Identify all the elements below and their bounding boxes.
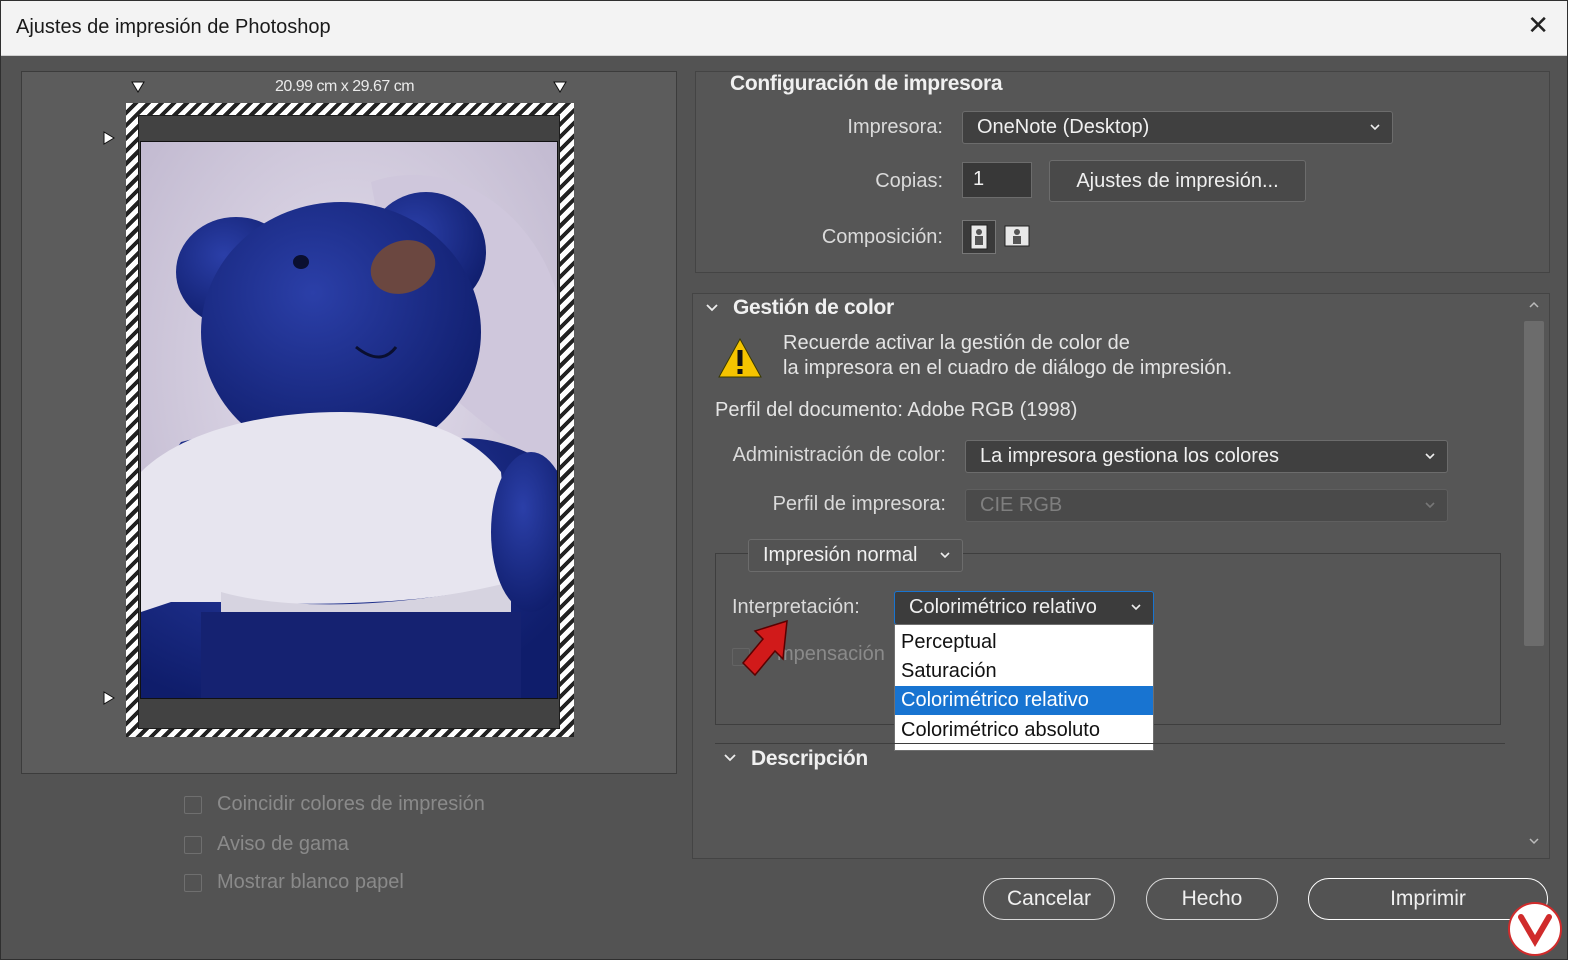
rendering-label: Interpretación: — [732, 596, 860, 618]
printer-label: Impresora: — [847, 116, 943, 138]
done-button[interactable]: Hecho — [1146, 878, 1278, 920]
copies-input[interactable]: 1 — [962, 162, 1032, 198]
left-top-marker-icon[interactable] — [102, 131, 116, 145]
copies-label: Copias: — [875, 170, 943, 192]
color-handling-dropdown[interactable]: La impresora gestiona los colores — [965, 440, 1448, 473]
title-bar: Ajustes de impresión de Photoshop ✕ — [1, 1, 1567, 56]
printer-profile-value: CIE RGB — [980, 494, 1063, 516]
rendering-option-saturation[interactable]: Saturación — [895, 657, 1153, 686]
rendering-dropdown[interactable]: Colorimétrico relativo — [894, 591, 1154, 625]
print-mode-value: Impresión normal — [763, 544, 918, 566]
description-divider — [715, 743, 1505, 744]
document-profile-text: Perfil del documento: Adobe RGB (1998) — [715, 399, 1078, 421]
color-management-heading: Gestión de color — [733, 296, 894, 319]
printer-value: OneNote (Desktop) — [977, 116, 1150, 138]
scroll-thumb[interactable] — [1524, 321, 1544, 646]
color-panel-scrollbar[interactable] — [1521, 293, 1547, 859]
close-icon[interactable]: ✕ — [1527, 13, 1549, 39]
landscape-icon — [1004, 225, 1030, 247]
portrait-icon — [970, 224, 988, 250]
color-handling-value: La impresora gestiona los colores — [980, 445, 1280, 467]
red-arrow-annotation-icon — [741, 619, 788, 677]
top-left-marker-icon[interactable] — [131, 80, 145, 94]
printer-profile-label: Perfil de impresora: — [772, 493, 946, 515]
image-preview[interactable] — [140, 141, 558, 699]
rendering-option-relative-colorimetric[interactable]: Colorimétrico relativo — [895, 686, 1153, 715]
rendering-options-list: Perceptual Saturación Colorimétrico rela… — [894, 624, 1154, 751]
color-handling-label: Administración de color: — [732, 444, 946, 466]
printer-profile-dropdown[interactable]: CIE RGB — [965, 489, 1448, 522]
gamut-warning-checkbox[interactable] — [184, 836, 202, 854]
printer-dropdown[interactable]: OneNote (Desktop) — [962, 111, 1393, 144]
print-settings-dialog: Ajustes de impresión de Photoshop ✕ 20.9… — [0, 0, 1568, 960]
description-heading: Descripción — [751, 747, 868, 770]
chevron-down-icon — [1131, 604, 1141, 611]
collapse-chevron-icon[interactable] — [703, 299, 721, 317]
left-bottom-marker-icon[interactable] — [102, 691, 116, 705]
site-logo-icon — [1508, 902, 1562, 956]
rendering-value: Colorimétrico relativo — [909, 596, 1097, 618]
black-point-compensation-label: mpensación — [777, 643, 885, 665]
scroll-up-icon[interactable] — [1527, 299, 1541, 311]
chevron-down-icon — [1425, 453, 1435, 460]
cancel-button[interactable]: Cancelar — [983, 878, 1115, 920]
match-colors-checkbox[interactable] — [184, 796, 202, 814]
show-paper-white-label: Mostrar blanco papel — [217, 871, 404, 893]
warning-text-line2: la impresora en el cuadro de diálogo de … — [783, 357, 1233, 379]
print-settings-button[interactable]: Ajustes de impresión... — [1049, 160, 1306, 202]
rendering-option-perceptual[interactable]: Perceptual — [895, 628, 1153, 657]
rendering-option-absolute-colorimetric[interactable]: Colorimétrico absoluto — [895, 716, 1153, 745]
scroll-down-icon[interactable] — [1527, 835, 1541, 847]
show-paper-white-checkbox[interactable] — [184, 874, 202, 892]
landscape-layout-button[interactable] — [1001, 220, 1035, 254]
match-colors-label: Coincidir colores de impresión — [217, 793, 485, 815]
top-right-marker-icon[interactable] — [553, 80, 567, 94]
collapse-chevron-icon[interactable] — [721, 749, 739, 767]
chevron-down-icon — [1425, 502, 1435, 509]
layout-label: Composición: — [821, 226, 943, 248]
print-mode-dropdown[interactable]: Impresión normal — [748, 539, 963, 572]
window-title: Ajustes de impresión de Photoshop — [16, 16, 331, 38]
warning-text-line1: Recuerde activar la gestión de color de — [783, 332, 1130, 354]
chevron-down-icon — [1370, 124, 1380, 131]
paper-dimensions-label: 20.99 cm x 29.67 cm — [275, 78, 415, 95]
gamut-warning-label: Aviso de gama — [217, 833, 349, 855]
chevron-down-icon — [940, 552, 950, 559]
printer-setup-heading: Configuración de impresora — [730, 72, 1003, 95]
portrait-layout-button[interactable] — [962, 220, 996, 254]
teddy-bear-image — [141, 142, 557, 698]
warning-icon — [718, 337, 762, 378]
